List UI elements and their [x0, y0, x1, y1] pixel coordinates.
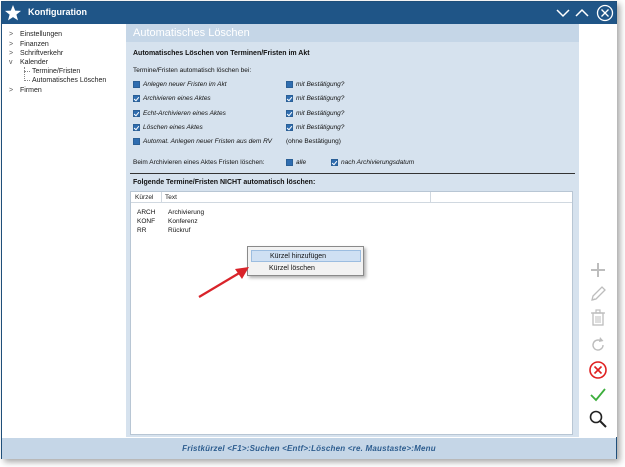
context-menu: Kürzel hinzufügen Kürzel löschen	[247, 246, 364, 276]
expand-chevron-icon[interactable]: >	[9, 40, 15, 49]
table-cell[interactable]: Konferenz	[168, 218, 198, 225]
collapse-chevron-icon[interactable]: v	[9, 58, 15, 67]
archive-delete-label: Beim Archivieren eines Aktes Fristen lös…	[133, 159, 265, 166]
checkbox-echt-archivieren[interactable]	[133, 110, 140, 117]
menu-item-kuerzel-loeschen[interactable]: Kürzel löschen	[251, 263, 361, 275]
radio-alle-label: alle	[296, 159, 307, 166]
checkbox-confirm-echt-archivieren[interactable]	[286, 110, 293, 117]
table-cell[interactable]: ARCH	[137, 209, 155, 216]
status-bar: Fristkürzel <F1>:Suchen <Entf>:Löschen <…	[2, 438, 616, 459]
tree-connector	[24, 80, 30, 81]
menu-item-kuerzel-hinzufuegen[interactable]: Kürzel hinzufügen	[251, 250, 361, 262]
checkbox-anlegen-fristen[interactable]	[133, 81, 140, 88]
config-window: Konfiguration > Einstellungen > Finanzen…	[1, 1, 617, 459]
checkbox-confirm-archivieren[interactable]	[286, 95, 293, 102]
checkbox-confirm-loeschen[interactable]	[286, 124, 293, 131]
tree-label: Einstellungen	[20, 31, 63, 38]
status-hints: Fristkürzel <F1>:Suchen <Entf>:Löschen <…	[182, 444, 436, 453]
option-label: Löschen eines Aktes	[143, 124, 203, 131]
window-title: Konfiguration	[28, 7, 87, 17]
tree-connector	[24, 71, 30, 72]
checkbox-automat-anlegen[interactable]	[133, 138, 140, 145]
tree-connector	[24, 67, 25, 81]
confirm-icon[interactable]	[588, 385, 608, 405]
annotation-arrow-icon	[198, 267, 249, 298]
confirm-label: mit Bestätigung?	[296, 124, 345, 131]
column-header-kuerzel[interactable]: Kürzel	[135, 194, 153, 201]
tree-item-automatisches-loeschen[interactable]: Automatisches Löschen	[32, 76, 106, 85]
settings-panel: Automatisches Löschen Automatisches Lösc…	[126, 24, 579, 437]
column-separator[interactable]	[161, 192, 162, 203]
column-header-text[interactable]: Text	[165, 194, 177, 201]
panel-title: Automatisches Löschen	[133, 27, 250, 39]
option-label: Archivieren eines Aktes	[143, 95, 211, 102]
table-cell[interactable]: Archivierung	[168, 209, 204, 216]
table-cell[interactable]: Rückruf	[168, 227, 190, 234]
section-title: Automatisches Löschen von Terminen/Frist…	[133, 50, 310, 57]
confirm-label: mit Bestätigung?	[296, 110, 345, 117]
close-window-icon[interactable]	[596, 4, 614, 22]
right-toolbar	[580, 24, 617, 437]
tree-label: Schriftverkehr	[20, 50, 64, 57]
separator	[130, 173, 575, 174]
refresh-icon[interactable]	[588, 335, 608, 355]
tree-label: Firmen	[20, 87, 42, 94]
trash-icon[interactable]	[588, 308, 608, 328]
nach-archivierungsdatum-label: nach Archivierungsdatum	[341, 159, 415, 166]
collapse-down-icon[interactable]	[555, 5, 571, 21]
confirm-label: mit Bestätigung?	[296, 81, 345, 88]
expand-chevron-icon[interactable]: >	[9, 30, 15, 39]
navigation-tree: > Einstellungen > Finanzen > Schriftverk…	[2, 24, 125, 437]
table-header: Kürzel Text	[131, 192, 572, 203]
pencil-icon[interactable]	[588, 284, 608, 304]
checkbox-confirm-anlegen[interactable]	[286, 81, 293, 88]
tree-label: Kalender	[20, 59, 49, 66]
column-separator[interactable]	[430, 192, 431, 203]
tree-label: Finanzen	[20, 41, 49, 48]
plus-icon[interactable]	[588, 260, 608, 280]
intro-label: Termine/Fristen automatisch löschen bei:	[133, 67, 252, 74]
star-logo-icon	[5, 5, 21, 21]
panel-header: Automatisches Löschen	[126, 24, 579, 42]
radio-alle[interactable]	[286, 159, 293, 166]
checkbox-loeschen-akt[interactable]	[133, 124, 140, 131]
cancel-icon[interactable]	[588, 360, 608, 380]
tree-item-termine-fristen[interactable]: Termine/Fristen	[32, 67, 80, 76]
exclude-title: Folgende Termine/Fristen NICHT automatis…	[133, 179, 316, 186]
expand-chevron-icon[interactable]: >	[9, 49, 15, 58]
no-confirm-label: (ohne Bestätigung)	[286, 138, 341, 145]
option-label: Anlegen neuer Fristen im Akt	[143, 81, 227, 88]
expand-chevron-icon[interactable]: >	[9, 86, 15, 95]
confirm-label: mit Bestätigung?	[296, 95, 345, 102]
option-label: Automat. Anlegen neuer Fristen aus dem R…	[143, 138, 272, 145]
option-label: Echt-Archivieren eines Aktes	[143, 110, 226, 117]
exclusion-table[interactable]: Kürzel Text ARCH Archivierung KONF Konfe…	[130, 191, 573, 435]
checkbox-archivieren[interactable]	[133, 95, 140, 102]
table-cell[interactable]: KONF	[137, 218, 155, 225]
table-cell[interactable]: RR	[137, 227, 146, 234]
expand-up-icon[interactable]	[574, 5, 590, 21]
title-bar: Konfiguration	[2, 2, 616, 24]
search-icon[interactable]	[588, 409, 608, 429]
checkbox-nach-archivierungsdatum[interactable]	[331, 159, 338, 166]
